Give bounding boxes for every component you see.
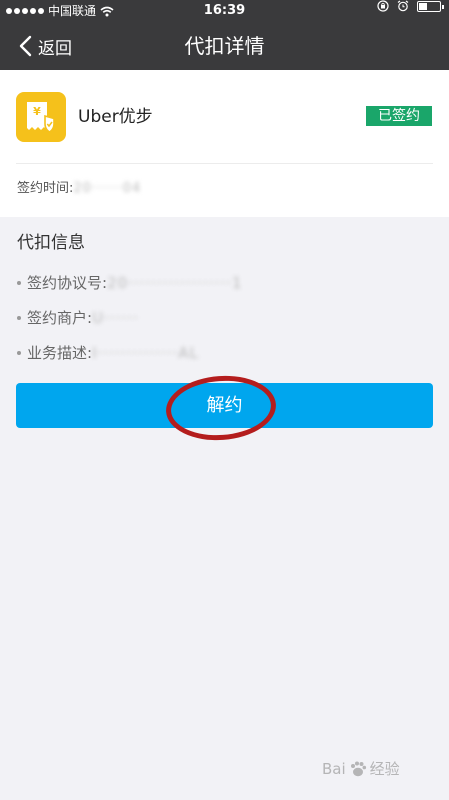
bullet bbox=[17, 351, 21, 355]
svg-text:¥: ¥ bbox=[33, 105, 41, 118]
merchant-app-icon: ¥ bbox=[16, 92, 66, 142]
sign-time-value: 20······04 bbox=[73, 181, 142, 196]
cancel-agreement-button[interactable]: 解约 bbox=[16, 383, 433, 428]
info-row-merchant: 签约商户: U······ bbox=[17, 308, 139, 328]
status-bar: 中国联通 16:39 bbox=[0, 0, 449, 22]
info-section-title: 代扣信息 bbox=[17, 233, 85, 253]
info-row-business-description: 业务描述: I··············AL bbox=[17, 343, 199, 363]
info-label: 签约协议号: bbox=[27, 274, 108, 292]
battery-icon bbox=[417, 0, 444, 12]
bullet bbox=[17, 281, 21, 285]
top-bar: 中国联通 16:39 返回 代扣详情 bbox=[0, 0, 449, 70]
info-label: 签约商户: bbox=[27, 309, 93, 327]
paw-logo-icon bbox=[350, 761, 366, 776]
info-label: 业务描述: bbox=[27, 344, 93, 362]
alarm-icon bbox=[397, 0, 409, 12]
page-title: 代扣详情 bbox=[184, 34, 265, 58]
info-value: U······ bbox=[92, 309, 139, 327]
sign-time-label: 签约时间: bbox=[17, 181, 74, 196]
info-row-agreement-number: 签约协议号: 20··················1 bbox=[17, 273, 243, 293]
info-value: I··············AL bbox=[92, 344, 199, 362]
merchant-name: Uber优步 bbox=[78, 107, 153, 127]
watermark-text-right: 经验 bbox=[369, 760, 400, 778]
receipt-shield-icon: ¥ bbox=[27, 102, 55, 133]
status-right bbox=[377, 0, 444, 12]
sign-time-row: 签约时间: 20······04 bbox=[17, 180, 141, 198]
card-divider bbox=[16, 163, 433, 164]
nav-bar: 返回 代扣详情 bbox=[0, 22, 449, 70]
status-badge: 已签约 bbox=[366, 106, 432, 126]
watermark: Bai 经验 bbox=[322, 758, 400, 779]
watermark-text-left: Bai bbox=[322, 759, 346, 778]
rotation-lock-icon bbox=[377, 0, 389, 12]
bullet bbox=[17, 316, 21, 320]
info-value: 20··················1 bbox=[107, 274, 243, 292]
merchant-card: ¥ Uber优步 已签约 签约时间: 20······04 bbox=[0, 70, 449, 217]
